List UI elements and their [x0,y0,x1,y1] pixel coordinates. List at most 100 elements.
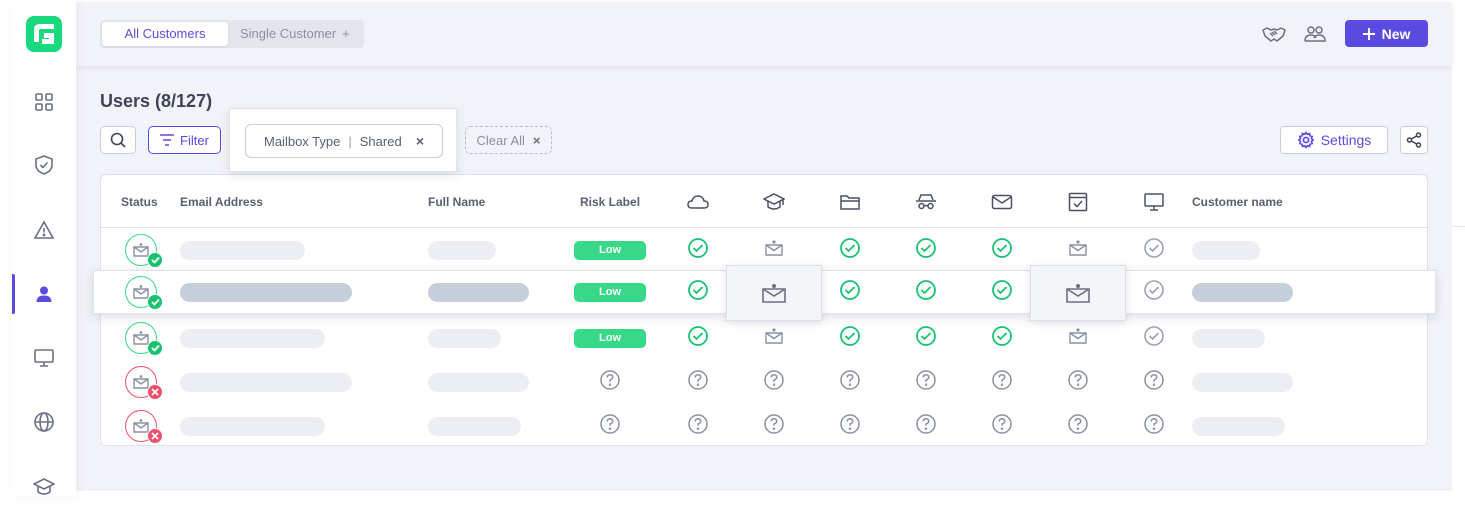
status-cell[interactable] [1060,404,1096,448]
column-header-status[interactable]: Status [121,195,158,209]
status-cell [125,404,163,448]
status-cell[interactable] [908,316,944,360]
app-root: All Customers Single Customer + New Users… [0,0,1465,518]
mail-icon[interactable] [990,190,1014,214]
status-indicator [125,276,163,310]
user-icon[interactable] [32,282,56,306]
check-circle-icon [1143,325,1165,352]
status-cell[interactable] [984,404,1020,448]
new-button[interactable]: New [1345,20,1428,47]
table-row[interactable]: Low [101,316,1427,360]
check-circle-icon [991,237,1013,264]
status-indicator [125,366,163,400]
column-header-full-name[interactable]: Full Name [428,195,485,209]
search-button[interactable] [100,126,136,154]
handshake-icon[interactable] [1262,22,1286,46]
column-header-customer-name[interactable]: Customer name [1192,195,1283,209]
status-cell[interactable] [984,270,1020,314]
incognito-icon[interactable] [914,190,938,214]
question-icon [1143,369,1165,396]
status-cell[interactable] [984,316,1020,360]
status-cell[interactable] [1136,316,1172,360]
filter-chip-mailbox-type[interactable]: Mailbox Type | Shared × [245,124,443,158]
status-cell[interactable] [984,360,1020,404]
status-cell[interactable] [756,404,792,448]
status-cell[interactable] [1136,270,1172,314]
column-header-email[interactable]: Email Address [180,195,263,209]
full-name-cell [428,228,496,272]
tab-all-customers[interactable]: All Customers [102,22,228,46]
folder-icon[interactable] [838,190,862,214]
globe-icon[interactable] [32,410,56,434]
status-cell[interactable] [832,270,868,314]
email-cell [180,270,352,314]
cloud-icon[interactable] [686,190,710,214]
status-cell[interactable] [1060,360,1096,404]
page-title: Users (8/127) [100,91,213,111]
status-cell[interactable] [756,360,792,404]
table-row[interactable] [101,404,1427,448]
search-icon [110,132,126,148]
status-ok-icon [147,340,163,356]
tab-single-customer[interactable]: Single Customer + [228,22,362,46]
question-icon [599,413,621,440]
customer-name-cell [1192,360,1293,404]
status-cell[interactable] [680,316,716,360]
users-group-icon[interactable] [1303,22,1327,46]
status-ok-icon [147,294,163,310]
question-icon [1143,413,1165,440]
close-icon[interactable]: × [416,133,424,149]
status-cell[interactable] [756,316,792,360]
status-cell[interactable] [908,228,944,272]
check-circle-icon [839,237,861,264]
status-cell [125,270,163,314]
question-icon [915,369,937,396]
shield-icon[interactable] [32,153,56,177]
question-icon [763,369,785,396]
email-cell [180,228,305,272]
name-placeholder [428,372,529,392]
app-logo[interactable] [26,16,62,52]
sidebar-active-indicator [12,274,15,314]
status-cell[interactable] [680,404,716,448]
status-cell[interactable] [1136,228,1172,272]
mailbox-icon [1066,284,1090,303]
status-cell[interactable] [908,404,944,448]
status-cell[interactable] [984,228,1020,272]
status-cell[interactable] [680,228,716,272]
graduation-cap-icon[interactable] [762,190,786,214]
status-cell[interactable] [908,360,944,404]
email-cell [180,360,352,404]
warning-icon[interactable] [32,218,56,242]
settings-button[interactable]: Settings [1280,126,1388,154]
clear-all-button[interactable]: Clear All × [465,126,552,154]
table-row[interactable] [101,360,1427,404]
share-button[interactable] [1400,126,1428,154]
status-cell[interactable] [908,270,944,314]
customer-scope-tabs: All Customers Single Customer + [100,20,364,48]
check-circle-icon [915,279,937,306]
customer-name-cell [1192,228,1260,272]
browser-check-icon[interactable] [1066,190,1090,214]
check-circle-icon [839,279,861,306]
status-cell[interactable] [1060,316,1096,360]
status-cell[interactable] [832,316,868,360]
status-cell[interactable] [1136,360,1172,404]
status-cell[interactable] [680,270,716,314]
monitor-icon[interactable] [1142,190,1166,214]
status-cell[interactable] [832,404,868,448]
check-circle-icon [687,325,709,352]
top-bar: All Customers Single Customer + New [76,2,1452,66]
graduation-cap-icon[interactable] [32,475,56,499]
status-cell[interactable] [832,360,868,404]
customer-placeholder [1192,416,1285,436]
table-divider-extension [1453,226,1465,227]
column-header-risk-label[interactable]: Risk Label [580,195,640,209]
filter-button[interactable]: Filter [148,126,221,154]
status-cell[interactable] [1136,404,1172,448]
status-indicator [125,234,163,268]
status-cell[interactable] [680,360,716,404]
monitor-icon[interactable] [32,346,56,370]
status-cell[interactable] [832,228,868,272]
dashboard-icon[interactable] [32,90,56,114]
